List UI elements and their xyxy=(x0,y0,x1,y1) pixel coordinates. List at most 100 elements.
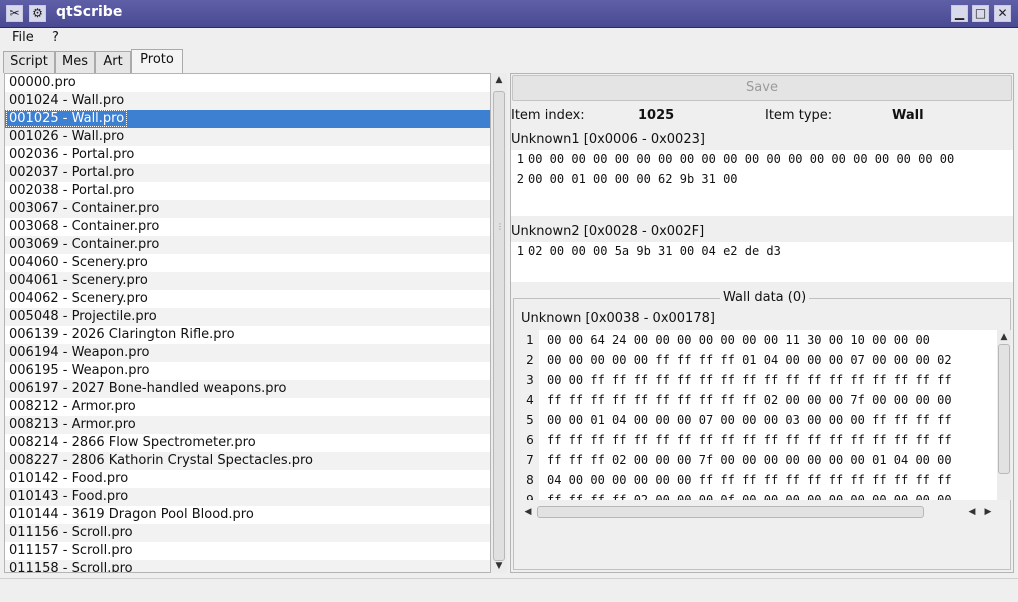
proto-editor-panel: Save Item index: 1025 Item type: Wall Un… xyxy=(510,73,1014,573)
list-item[interactable]: 008227 - 2806 Kathorin Crystal Spectacle… xyxy=(5,452,490,470)
maximize-icon[interactable]: □ xyxy=(972,5,989,22)
window-title: qtScribe xyxy=(56,4,123,20)
proto-file-list[interactable]: 00000.pro 001024 - Wall.pro 001025 - Wall.… xyxy=(4,73,491,573)
list-item[interactable]: 001026 - Wall.pro xyxy=(5,128,490,146)
tab-mes[interactable]: Mes xyxy=(55,51,95,73)
line-number: 2 xyxy=(516,172,524,186)
line-number: 3 xyxy=(521,370,539,390)
hex-line[interactable]: ff ff ff ff ff ff ff ff ff ff ff ff ff f… xyxy=(547,433,952,447)
list-item[interactable]: 006194 - Weapon.pro xyxy=(5,344,490,362)
line-number: 1 xyxy=(521,330,539,350)
title-bar[interactable]: ✂ ⚙ qtScribe ▁ □ ✕ xyxy=(0,0,1018,28)
hex-line[interactable]: 00 00 01 00 00 00 62 9b 31 00 xyxy=(528,172,738,186)
unknown2-label: Unknown2 [0x0028 - 0x002F] xyxy=(511,224,705,239)
list-item-label: 011156 - Scroll.pro xyxy=(9,525,133,540)
save-button[interactable]: Save xyxy=(512,75,1012,101)
hex-line[interactable]: 04 00 00 00 00 00 00 ff ff ff ff ff ff f… xyxy=(547,473,952,487)
item-index-value: 1025 xyxy=(638,108,675,123)
scroll-thumb[interactable] xyxy=(493,91,505,561)
hex-line[interactable]: 02 00 00 00 5a 9b 31 00 04 e2 de d3 xyxy=(528,244,781,258)
hex-line[interactable]: ff ff ff 02 00 00 00 7f 00 00 00 00 00 0… xyxy=(547,453,952,467)
hex-line[interactable]: ff ff ff ff 02 00 00 00 0f 00 00 00 00 0… xyxy=(547,493,952,500)
list-item-label: 006195 - Weapon.pro xyxy=(9,363,150,378)
list-item[interactable]: 008214 - 2866 Flow Spectrometer.pro xyxy=(5,434,490,452)
hex-line[interactable]: 00 00 00 00 00 ff ff ff ff 01 04 00 00 0… xyxy=(547,353,952,367)
item-index-label: Item index: xyxy=(511,108,585,123)
list-item[interactable]: 004060 - Scenery.pro xyxy=(5,254,490,272)
scroll-up-icon[interactable]: ▲ xyxy=(491,73,507,87)
item-type-label: Item type: xyxy=(765,108,833,123)
list-item-label: 006194 - Weapon.pro xyxy=(9,345,150,360)
list-item[interactable]: 004061 - Scenery.pro xyxy=(5,272,490,290)
list-item[interactable]: 002038 - Portal.pro xyxy=(5,182,490,200)
list-item[interactable]: 010144 - 3619 Dragon Pool Blood.pro xyxy=(5,506,490,524)
list-item[interactable]: 002036 - Portal.pro xyxy=(5,146,490,164)
list-item[interactable]: 011158 - Scroll.pro xyxy=(5,560,490,572)
scroll-left-icon[interactable]: ◀ xyxy=(521,505,535,519)
wall-hex-vscroll[interactable]: ▲ xyxy=(997,330,1011,500)
list-item-label: 001024 - Wall.pro xyxy=(9,93,125,108)
line-number: 1 xyxy=(516,152,524,166)
list-item[interactable]: 003068 - Container.pro xyxy=(5,218,490,236)
list-item[interactable]: 006197 - 2027 Bone-handled weapons.pro xyxy=(5,380,490,398)
scroll-up-icon[interactable]: ▲ xyxy=(997,330,1011,344)
hex-line[interactable]: 00 00 ff ff ff ff ff ff ff ff ff ff ff f… xyxy=(547,373,952,387)
list-item[interactable]: 008213 - Armor.pro xyxy=(5,416,490,434)
menu-file[interactable]: File xyxy=(12,30,34,45)
minimize-icon[interactable]: ▁ xyxy=(951,5,968,22)
list-item-label: 003068 - Container.pro xyxy=(9,219,160,234)
list-item[interactable]: 001024 - Wall.pro xyxy=(5,92,490,110)
list-item[interactable]: 006195 - Weapon.pro xyxy=(5,362,490,380)
wall-hex-editor[interactable]: 1 00 00 64 24 00 00 00 00 00 00 00 11 30 … xyxy=(521,330,997,500)
tab-proto[interactable]: Proto xyxy=(131,49,183,74)
menu-help[interactable]: ? xyxy=(52,30,59,45)
unknown2-hex-editor[interactable]: 1 02 00 00 00 5a 9b 31 00 04 e2 de d3 xyxy=(511,242,1013,282)
line-number: 1 xyxy=(516,244,524,258)
list-item[interactable]: 008212 - Armor.pro xyxy=(5,398,490,416)
list-item[interactable]: 011156 - Scroll.pro xyxy=(5,524,490,542)
list-item-label: 010142 - Food.pro xyxy=(9,471,129,486)
list-item-label: 010143 - Food.pro xyxy=(9,489,129,504)
status-bar xyxy=(0,578,1018,602)
list-item[interactable]: 010142 - Food.pro xyxy=(5,470,490,488)
hex-line[interactable]: 00 00 00 00 00 00 00 00 00 00 00 00 00 0… xyxy=(528,152,954,166)
app-logo-icon[interactable]: ✂ xyxy=(6,5,23,22)
list-item[interactable]: 003067 - Container.pro xyxy=(5,200,490,218)
scroll-down-icon[interactable]: ▼ xyxy=(491,559,507,573)
list-item-label: 006139 - 2026 Clarington Rifle.pro xyxy=(9,327,235,342)
hex-line[interactable]: 00 00 64 24 00 00 00 00 00 00 00 11 30 0… xyxy=(547,333,930,347)
line-number: 4 xyxy=(521,390,539,410)
list-item[interactable]: 001025 - Wall.pro xyxy=(5,110,490,128)
wall-data-group: Wall data (0) Unknown [0x0038 - 0x00178]… xyxy=(513,290,1011,570)
line-number: 8 xyxy=(521,470,539,490)
list-item-label: 010144 - 3619 Dragon Pool Blood.pro xyxy=(9,507,254,522)
tab-art[interactable]: Art xyxy=(95,51,131,73)
list-item-label: 002037 - Portal.pro xyxy=(9,165,135,180)
list-item-label: 004062 - Scenery.pro xyxy=(9,291,148,306)
line-number: 2 xyxy=(521,350,539,370)
scroll-thumb[interactable] xyxy=(537,506,924,518)
list-item[interactable]: 006139 - 2026 Clarington Rifle.pro xyxy=(5,326,490,344)
list-item[interactable]: 004062 - Scenery.pro xyxy=(5,290,490,308)
scroll-thumb[interactable] xyxy=(998,344,1010,474)
hex-line[interactable]: ff ff ff ff ff ff ff ff ff ff 02 00 00 0… xyxy=(547,393,952,407)
scroll-left-icon[interactable]: ◀ xyxy=(965,505,979,519)
list-item-label: 008227 - 2806 Kathorin Crystal Spectacle… xyxy=(9,453,314,468)
list-item[interactable]: 003069 - Container.pro xyxy=(5,236,490,254)
list-item[interactable]: 00000.pro xyxy=(5,74,490,92)
splitter-handle[interactable]: ⋮ xyxy=(496,222,504,236)
list-item[interactable]: 010143 - Food.pro xyxy=(5,488,490,506)
wall-hex-hscroll[interactable]: ◀ ◀ ▶ xyxy=(521,505,997,519)
window-menu-icon[interactable]: ⚙ xyxy=(29,5,46,22)
list-item[interactable]: 011157 - Scroll.pro xyxy=(5,542,490,560)
close-icon[interactable]: ✕ xyxy=(994,5,1011,22)
unknown1-hex-editor[interactable]: 1 00 00 00 00 00 00 00 00 00 00 00 00 00… xyxy=(511,150,1013,216)
file-list-scrollbar[interactable]: ▲ ▼ xyxy=(491,73,507,573)
list-item[interactable]: 005048 - Projectile.pro xyxy=(5,308,490,326)
wall-unknown-label: Unknown [0x0038 - 0x00178] xyxy=(521,311,715,326)
tab-script[interactable]: Script xyxy=(3,51,55,73)
list-item-label: 004060 - Scenery.pro xyxy=(9,255,148,270)
list-item[interactable]: 002037 - Portal.pro xyxy=(5,164,490,182)
scroll-right-icon[interactable]: ▶ xyxy=(981,505,995,519)
hex-line[interactable]: 00 00 01 04 00 00 00 07 00 00 00 03 00 0… xyxy=(547,413,952,427)
